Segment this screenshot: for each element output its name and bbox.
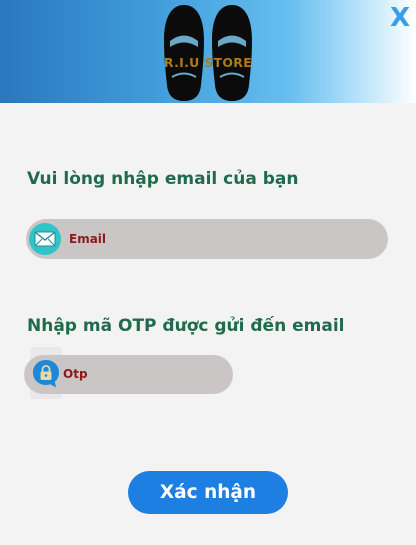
confirm-button[interactable]: Xác nhận xyxy=(128,471,288,514)
email-label: Vui lòng nhập email của bạn xyxy=(27,169,299,189)
store-logo: R.I.U STORE xyxy=(160,0,256,103)
lock-chat-icon xyxy=(33,360,59,388)
otp-input[interactable] xyxy=(63,364,223,384)
brand-name: R.I.U STORE xyxy=(163,55,253,70)
email-input[interactable] xyxy=(69,229,369,249)
email-field-container xyxy=(26,219,388,259)
otp-label: Nhập mã OTP được gửi đến email xyxy=(27,316,345,336)
shoe-soles-icon xyxy=(164,5,252,101)
header-banner: R.I.U STORE X xyxy=(0,0,416,103)
close-icon[interactable]: X xyxy=(388,3,412,33)
mail-icon xyxy=(29,223,61,255)
otp-field-container xyxy=(24,355,233,394)
